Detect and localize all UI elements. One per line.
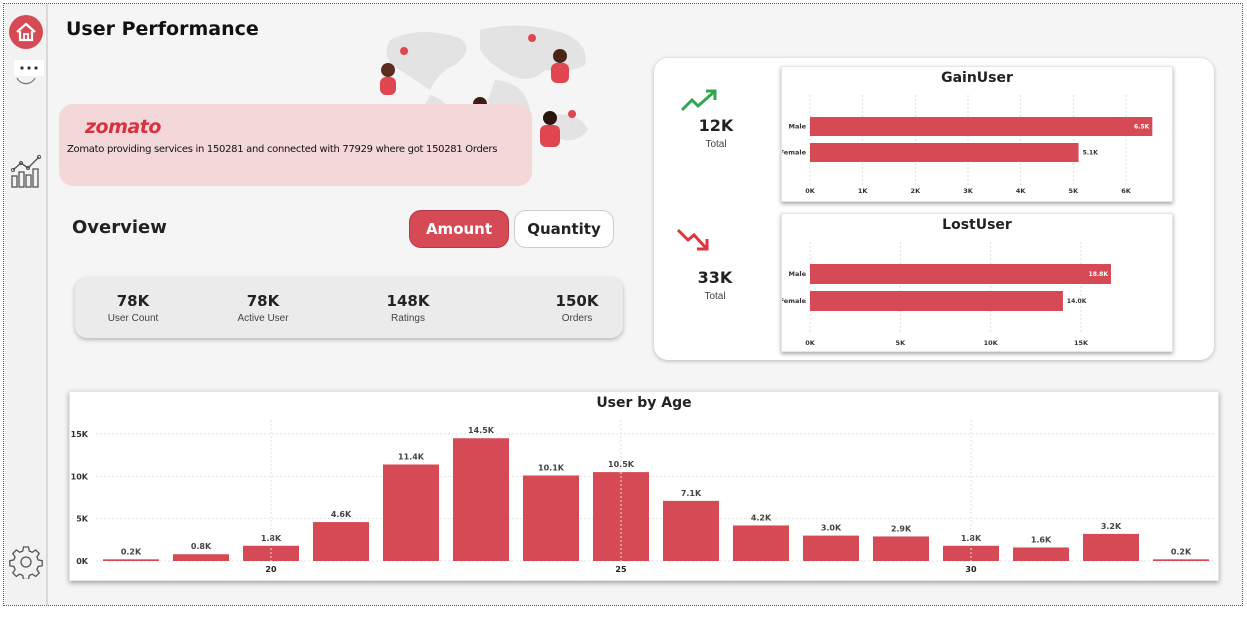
age-chart-data-label: 1.6K — [1031, 535, 1052, 544]
user-by-age-chart-svg: 0K5K10K15K0.2K0.8K1.8K4.6K11.4K14.5K10.1… — [71, 420, 1216, 574]
kpi-label: Ratings — [391, 312, 425, 324]
age-chart-bar[interactable] — [803, 535, 859, 561]
kpi-value: 148K — [386, 291, 430, 310]
lost-chart-tick-label: 5K — [896, 339, 907, 347]
kpi-user-count: 78K User Count — [95, 283, 171, 332]
age-chart-bar[interactable] — [383, 464, 439, 561]
analytics-icon[interactable] — [4, 154, 48, 188]
kpi-orders: 150K Orders — [537, 283, 617, 332]
gain-chart-tick-label: 0K — [805, 187, 816, 195]
trend-up-icon — [680, 89, 717, 112]
age-chart-y-tick-label: 5K — [76, 515, 89, 524]
gain-chart-category-label: Male — [789, 123, 807, 131]
age-chart-y-tick-label: 0K — [76, 557, 89, 566]
age-chart-x-tick-label: 30 — [965, 565, 977, 574]
gain-user-chart: GainUser 0K 1K 2K 3K 4K 5K 6K Male 6.5K Female 5.1… — [781, 66, 1173, 202]
gain-chart-tick-label: 6K — [1121, 187, 1132, 195]
age-chart-data-label: 7.1K — [681, 489, 702, 498]
age-chart-bar[interactable] — [1013, 547, 1069, 561]
gain-chart-tick-label: 3K — [963, 187, 974, 195]
age-chart-bar[interactable] — [173, 554, 229, 561]
lost-user-chart: LostUser 0K 5K 10K 15K Male 18.8K Female 14.0K — [781, 213, 1173, 352]
age-chart-data-label: 3.0K — [821, 524, 842, 533]
lost-total-value: 33K — [697, 268, 733, 287]
age-chart-data-label: 4.2K — [751, 513, 772, 522]
sidebar — [4, 4, 48, 605]
gain-total-value: 12K — [698, 116, 734, 135]
age-chart-bar[interactable] — [313, 522, 369, 561]
page-title: User Performance — [66, 18, 259, 40]
gain-chart-data-label: 6.5K — [1134, 124, 1150, 131]
age-chart-data-label: 0.8K — [191, 542, 212, 551]
kpi-label: User Count — [107, 312, 159, 324]
age-chart-bar[interactable] — [663, 500, 719, 561]
lost-chart-category-label: Male — [789, 270, 807, 278]
age-chart-y-tick-label: 10K — [71, 472, 89, 481]
lost-chart-tick-label: 10K — [984, 339, 999, 347]
amount-button[interactable]: Amount — [409, 210, 509, 248]
kpi-label: Active User — [237, 312, 289, 324]
age-chart-data-label: 3.2K — [1101, 522, 1122, 531]
person-2-icon — [551, 49, 569, 83]
age-chart-data-label: 0.2K — [121, 547, 142, 556]
kpi-value: 150K — [555, 291, 599, 310]
gain-chart-bar[interactable] — [810, 143, 1079, 162]
lost-chart-tick-label: 0K — [805, 339, 816, 347]
age-chart-data-label: 14.5K — [468, 426, 495, 435]
gain-total: 12K Total — [676, 116, 756, 150]
age-chart-x-tick-label: 25 — [615, 565, 627, 574]
age-chart-bar[interactable] — [523, 475, 579, 561]
age-chart-data-label: 10.1K — [538, 463, 565, 472]
gain-chart-tick-label: 4K — [1016, 187, 1027, 195]
lost-chart-category-label: Female — [782, 297, 807, 305]
kpi-value: 78K — [116, 291, 150, 310]
age-chart-bar[interactable] — [103, 559, 159, 561]
kpi-label: Orders — [561, 312, 593, 324]
overview-title: Overview — [72, 217, 167, 238]
gain-user-chart-svg: 0K 1K 2K 3K 4K 5K 6K Male 6.5K Female 5.1K — [782, 95, 1153, 195]
age-chart-data-label: 4.6K — [331, 510, 352, 519]
age-chart-data-label: 2.9K — [891, 524, 912, 533]
lost-total: 33K Total — [675, 268, 755, 302]
banner-tagline: Zomato providing services in 150281 and … — [67, 144, 498, 155]
gain-chart-data-label: 5.1K — [1083, 150, 1099, 157]
more-icon[interactable] — [4, 58, 48, 88]
kpi-strip: 78K User Count 78K Active User 148K Rati… — [75, 277, 623, 338]
gain-chart-tick-label: 5K — [1069, 187, 1080, 195]
lost-total-label: Total — [704, 291, 726, 302]
gain-chart-bar[interactable] — [810, 117, 1153, 136]
trend-down-icon — [676, 228, 709, 251]
age-chart-data-label: 0.2K — [1171, 547, 1192, 556]
age-chart-bar[interactable] — [873, 536, 929, 561]
kpi-active-user: 78K Active User — [223, 283, 303, 332]
age-chart-bar[interactable] — [1153, 559, 1209, 561]
lost-chart-bar[interactable] — [810, 291, 1063, 311]
lost-chart-bar[interactable] — [810, 264, 1111, 284]
user-by-age-chart: User by Age 0K 5K 10K 15K 0.2K 0.8K 1.8K 4.6K 11… — [69, 391, 1219, 581]
age-chart-bar[interactable] — [453, 438, 509, 561]
settings-icon[interactable] — [4, 545, 48, 579]
lost-chart-tick-label: 15K — [1074, 339, 1089, 347]
quantity-button[interactable]: Quantity — [514, 210, 614, 248]
age-chart-data-label: 11.4K — [398, 452, 425, 461]
home-icon[interactable] — [4, 14, 48, 50]
kpi-value: 78K — [246, 291, 280, 310]
gain-chart-tick-label: 2K — [911, 187, 922, 195]
kpi-ratings: 148K Ratings — [370, 283, 446, 332]
age-chart-y-tick-label: 15K — [71, 430, 89, 439]
age-chart-x-tick-label: 20 — [265, 565, 277, 574]
lost-user-chart-svg: 0K 5K 10K 15K Male 18.8K Female 14.0K — [782, 242, 1111, 347]
gain-chart-category-label: Female — [782, 149, 807, 157]
gain-chart-tick-label: 1K — [858, 187, 869, 195]
brand-logo: zomato — [85, 116, 161, 138]
age-chart-bar[interactable] — [1083, 533, 1139, 561]
age-chart-bar[interactable] — [733, 525, 789, 561]
person-1-icon — [380, 63, 396, 95]
lost-chart-data-label: 14.0K — [1067, 298, 1087, 305]
gain-total-label: Total — [705, 139, 727, 150]
lost-chart-data-label: 18.8K — [1089, 271, 1109, 278]
